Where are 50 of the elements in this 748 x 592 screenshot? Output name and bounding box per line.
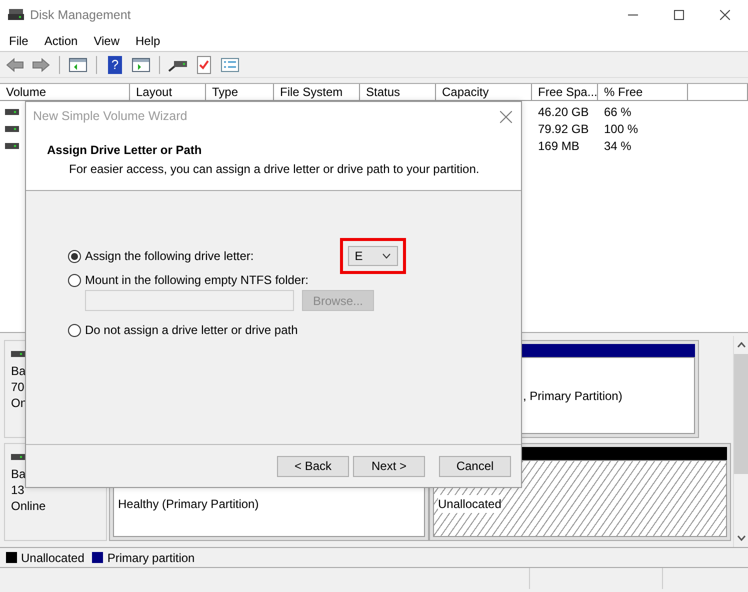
table-cell-text: 169 MB: [537, 138, 580, 154]
menu-item[interactable]: Help: [128, 32, 168, 50]
disk-info-text: Ba: [11, 363, 27, 379]
radio-button[interactable]: [68, 250, 81, 262]
scrollbar-thumb[interactable]: [734, 354, 748, 474]
partition-text: Unallocated: [438, 495, 502, 513]
legend-label: Primary partition: [107, 550, 195, 566]
dialog-heading: Assign Drive Letter or Path: [47, 142, 203, 159]
disk-drive-icon: [8, 8, 24, 22]
disk-drive-icon: [11, 351, 25, 357]
drive-letter-dropdown[interactable]: E: [348, 246, 398, 266]
disk-info-text: Ba: [11, 466, 27, 482]
help-button[interactable]: ?: [108, 56, 122, 74]
maximize-icon: [674, 10, 684, 20]
radio-option[interactable]: Do not assign a drive letter or drive path: [68, 321, 298, 339]
close-icon: [720, 10, 730, 20]
table-cell-text: 100 %: [603, 120, 638, 138]
window-title: Disk Management: [30, 6, 131, 24]
menu-item[interactable]: File: [2, 32, 36, 50]
partition-text: , Primary Partition): [523, 388, 622, 404]
dialog-subtitle: For easier access, you can assign a drive letter or drive path to your partition.: [68, 161, 480, 178]
disk-drive-icon: [11, 454, 25, 460]
column-header[interactable]: % Free: [598, 84, 688, 101]
caret-icon: [382, 253, 391, 259]
back-button[interactable]: < Back: [277, 456, 349, 476]
radio-button[interactable]: [68, 274, 81, 286]
table-cell-text: 34 %: [603, 138, 632, 154]
radio-option[interactable]: Assign the following drive letter:: [68, 247, 254, 265]
next-button[interactable]: Next >: [353, 456, 425, 476]
cancel-button[interactable]: Cancel: [439, 456, 511, 476]
disk-drive-icon: [5, 142, 19, 148]
dialog-title: New Simple Volume Wizard: [33, 108, 188, 126]
radio-option[interactable]: Mount in the following empty NTFS folder:: [68, 271, 308, 289]
close-icon: [500, 110, 512, 122]
disk-drive-icon: [5, 126, 19, 132]
disk-info-text: 13: [11, 482, 26, 498]
table-cell-text: 79.92 GB: [537, 120, 590, 138]
scroll-up-icon[interactable]: [736, 342, 746, 348]
scroll-down-icon[interactable]: [736, 535, 746, 541]
menu-item[interactable]: View: [86, 32, 126, 50]
menu-item[interactable]: Action: [37, 32, 85, 50]
table-cell-text: 46.20 GB: [537, 104, 590, 120]
table-cell-text: 66 %: [603, 104, 632, 120]
radio-button[interactable]: [68, 324, 81, 336]
disk-info-text: Online: [11, 498, 47, 514]
legend-label: Unallocated: [21, 550, 84, 566]
disk-info-text: 70: [11, 379, 26, 395]
column-header[interactable]: Free Spa...: [532, 84, 598, 101]
disk-drive-icon: [5, 108, 19, 114]
partition-text: Healthy (Primary Partition): [118, 496, 259, 513]
